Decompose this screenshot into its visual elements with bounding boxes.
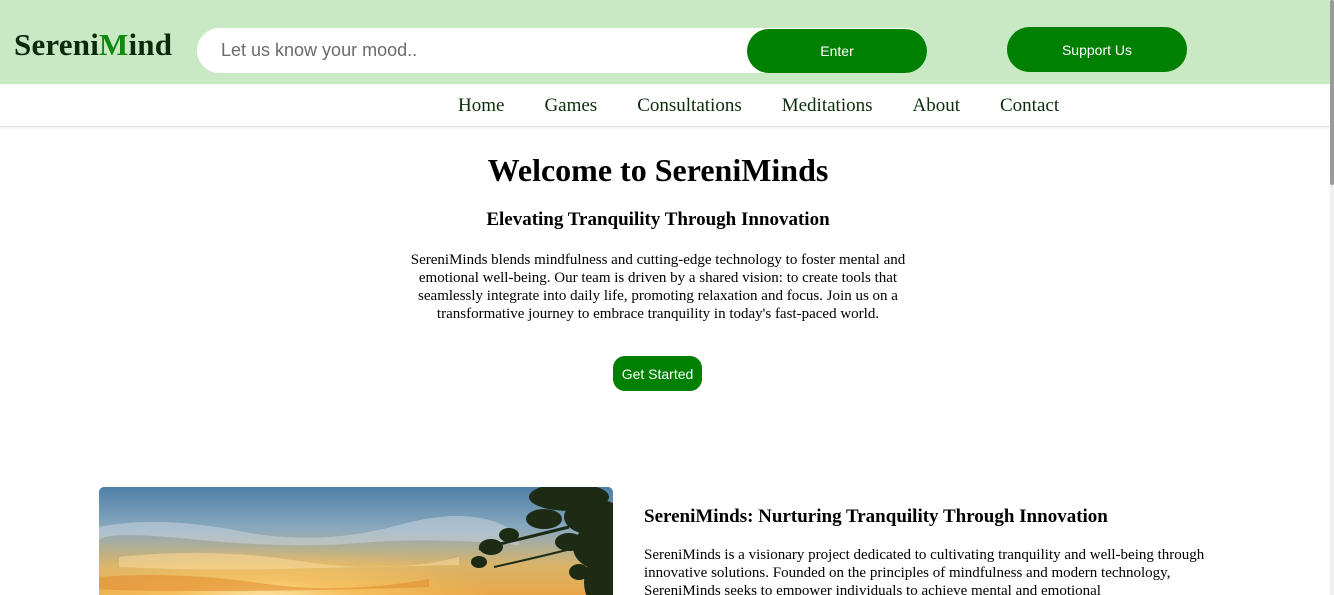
logo[interactable]: SereniMind	[14, 27, 172, 63]
nav-item-games[interactable]: Games	[524, 95, 617, 117]
nav-item-home[interactable]: Home	[438, 95, 524, 117]
nav-item-meditations[interactable]: Meditations	[762, 95, 893, 117]
hero-title: Welcome to SereniMinds	[487, 152, 829, 188]
nav-item-about[interactable]: About	[893, 95, 981, 117]
logo-text-start: Sereni	[14, 27, 100, 62]
nav-item-consultations[interactable]: Consultations	[617, 95, 762, 117]
logo-text-end: ind	[128, 27, 173, 62]
main-nav: Home Games Consultations Meditations Abo…	[0, 84, 1330, 127]
enter-button[interactable]: Enter	[747, 29, 927, 73]
mood-search-bar: Enter	[197, 28, 927, 73]
hero-subtitle: Elevating Tranquility Through Innovation	[486, 209, 830, 230]
scrollbar-thumb[interactable]	[1330, 0, 1334, 185]
nav-list: Home Games Consultations Meditations Abo…	[438, 84, 1079, 127]
top-header: SereniMind Enter Support Us	[0, 0, 1330, 84]
get-started-button[interactable]: Get Started	[613, 356, 702, 391]
feature-title: SereniMinds: Nurturing Tranquility Throu…	[644, 506, 1108, 527]
hero-description: SereniMinds blends mindfulness and cutti…	[410, 252, 906, 322]
support-us-button[interactable]: Support Us	[1007, 27, 1187, 72]
sunset-landscape-image	[99, 487, 613, 595]
mood-input[interactable]	[197, 28, 757, 73]
page-scrollbar[interactable]	[1330, 0, 1334, 595]
nav-item-contact[interactable]: Contact	[980, 95, 1079, 117]
logo-text-accent: M	[99, 27, 129, 62]
feature-description: SereniMinds is a visionary project dedic…	[644, 547, 1205, 595]
